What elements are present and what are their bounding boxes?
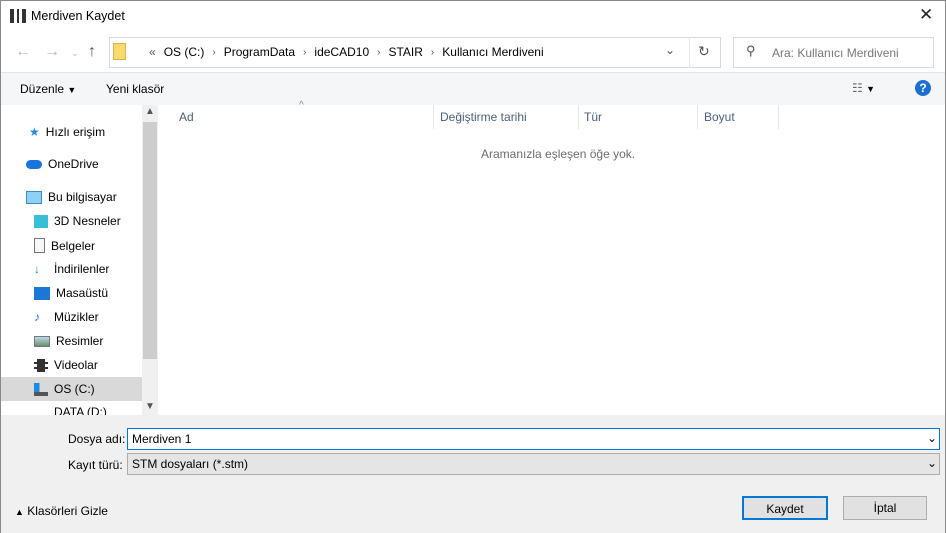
sidebar-item-documents[interactable]: Belgeler <box>34 238 95 253</box>
sidebar-item-label: OneDrive <box>48 157 99 171</box>
filename-dropdown-icon[interactable]: ⌄ <box>927 431 937 445</box>
filetype-label: Kayıt türü: <box>68 458 123 472</box>
help-icon[interactable]: ? <box>915 80 931 96</box>
sidebar-item-label: Belgeler <box>51 238 96 253</box>
crumb-idecad10[interactable]: ideCAD10 <box>314 45 369 59</box>
refresh-button[interactable]: ↻ <box>698 43 710 60</box>
close-button[interactable]: ✕ <box>919 5 933 25</box>
search-icon: ⚲ <box>746 43 756 58</box>
sidebar-item-label: DATA (D:) <box>54 405 107 415</box>
up-button[interactable]: ↑ <box>88 43 96 61</box>
sidebar-item-3d-objects[interactable]: 3D Nesneler <box>34 214 121 228</box>
window-title: Merdiven Kaydet <box>31 9 125 23</box>
picture-icon <box>34 335 50 347</box>
save-button[interactable]: Kaydet <box>742 496 828 520</box>
sidebar-item-pictures[interactable]: Resimler <box>34 334 103 348</box>
hide-folders-button[interactable]: ▲ Klasörleri Gizle <box>15 504 108 518</box>
sidebar-item-label: Resimler <box>56 334 104 348</box>
recent-dropdown[interactable]: ⌄ <box>71 48 79 59</box>
new-folder-button[interactable]: Yeni klasör <box>106 82 164 96</box>
drive-icon <box>34 382 48 396</box>
drive-icon <box>34 406 48 415</box>
column-header-size[interactable]: Boyut <box>704 110 735 124</box>
computer-icon <box>26 190 42 204</box>
organize-button[interactable]: Düzenle ▼ <box>20 82 76 96</box>
sidebar-item-onedrive[interactable]: OneDrive <box>26 157 99 171</box>
column-header-type[interactable]: Tür <box>584 110 602 124</box>
filetype-value: STM dosyaları (*.stm) <box>132 457 249 471</box>
sidebar-item-data-d[interactable]: DATA (D:) <box>34 405 107 415</box>
sidebar-item-os-c[interactable]: OS (C:) <box>34 382 95 396</box>
view-options-button[interactable]: ☷ ▼ <box>852 81 875 95</box>
navigation-pane: ★ Hızlı erişim OneDrive Bu bilgisayar 3D … <box>1 105 142 415</box>
search-input[interactable]: Ara: Kullanıcı Merdiveni <box>733 37 934 68</box>
scroll-down-icon[interactable]: ▼ <box>145 401 155 412</box>
column-header-date[interactable]: Değiştirme tarihi <box>440 110 527 124</box>
filename-input[interactable]: Merdiven 1 <box>127 428 940 450</box>
empty-message: Aramanızla eşleşen öğe yok. <box>481 147 636 161</box>
breadcrumb-overflow[interactable]: « <box>149 45 156 59</box>
sort-ascending-icon: ^ <box>299 100 304 111</box>
music-icon: ♪ <box>34 310 40 324</box>
filename-value: Merdiven 1 <box>132 432 192 446</box>
back-button[interactable]: ← <box>15 43 31 61</box>
sidebar-item-quick-access[interactable]: ★ Hızlı erişim <box>29 125 105 139</box>
document-icon <box>34 238 45 253</box>
breadcrumb: « OS (C:) › ProgramData › ideCAD10 › STAIR ›… <box>149 45 544 59</box>
chevron-up-icon: ▲ <box>15 507 24 517</box>
nav-scrollbar-thumb[interactable] <box>143 122 157 359</box>
column-header-name[interactable]: Ad <box>179 110 194 124</box>
sidebar-item-label: Videolar <box>54 358 98 372</box>
scroll-up-icon[interactable]: ▲ <box>145 106 155 117</box>
sidebar-item-downloads[interactable]: ↓ İndirilenler <box>34 262 109 276</box>
crumb-programdata[interactable]: ProgramData <box>224 45 295 59</box>
app-icon <box>10 9 26 23</box>
cancel-button[interactable]: İptal <box>843 496 927 520</box>
crumb-os-c[interactable]: OS (C:) <box>164 45 205 59</box>
forward-button[interactable]: → <box>44 43 60 61</box>
desktop-icon <box>34 286 50 300</box>
filetype-dropdown-icon[interactable]: ⌄ <box>927 456 937 470</box>
star-icon: ★ <box>29 125 40 139</box>
sidebar-item-label: 3D Nesneler <box>54 214 121 228</box>
sidebar-item-this-pc[interactable]: Bu bilgisayar <box>26 190 117 204</box>
cloud-icon <box>26 159 42 169</box>
folder-icon <box>113 43 126 60</box>
organize-label: Düzenle <box>20 82 65 96</box>
sidebar-item-desktop[interactable]: Masaüstü <box>34 286 108 300</box>
crumb-current[interactable]: Kullanıcı Merdiveni <box>442 45 543 59</box>
sidebar-item-label: Hızlı erişim <box>45 125 106 139</box>
hide-folders-label: Klasörleri Gizle <box>27 504 108 518</box>
filetype-select[interactable]: STM dosyaları (*.stm) <box>127 453 940 475</box>
sidebar-item-videos[interactable]: Videolar <box>34 358 98 372</box>
sidebar-item-music[interactable]: ♪ Müzikler <box>34 310 99 324</box>
sidebar-item-label: Bu bilgisayar <box>48 190 117 204</box>
sidebar-item-label: OS (C:) <box>54 382 95 396</box>
crumb-stair[interactable]: STAIR <box>388 45 422 59</box>
cube-icon <box>34 214 48 228</box>
sidebar-item-label: Masaüstü <box>56 286 109 300</box>
video-icon <box>34 358 48 372</box>
sidebar-item-label: İndirilenler <box>54 262 110 276</box>
sidebar-item-label: Müzikler <box>54 310 99 324</box>
filename-label: Dosya adı: <box>68 432 126 446</box>
download-icon: ↓ <box>34 262 40 276</box>
address-dropdown-icon[interactable]: ⌄ <box>665 43 675 57</box>
